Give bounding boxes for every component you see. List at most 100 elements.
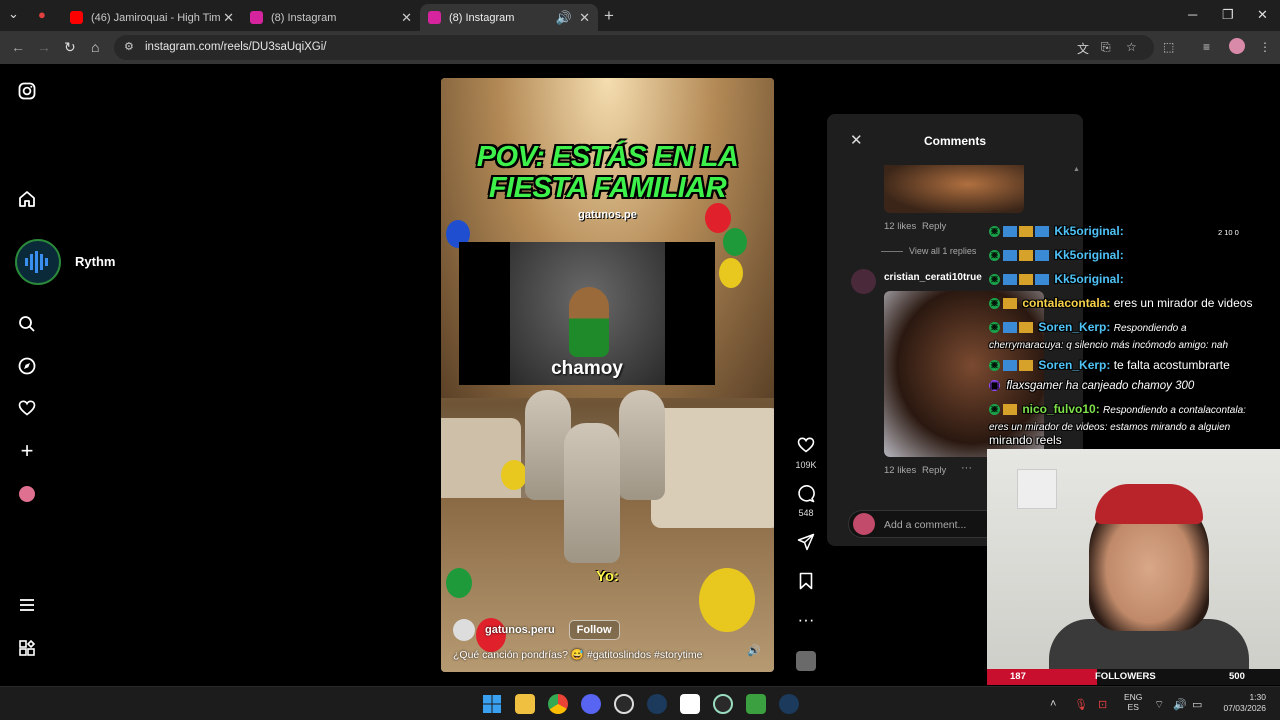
maximize-button[interactable]: ❐ <box>1222 7 1234 23</box>
wifi-icon[interactable]: ⌔ <box>1154 698 1164 712</box>
chat-message: flaxsgamer ha canjeado chamoy 300 <box>1006 380 1195 392</box>
author-avatar[interactable] <box>453 619 475 641</box>
chat-message: te falta acostumbrarte <box>1113 358 1230 372</box>
start-windows-icon[interactable] <box>482 694 502 714</box>
file-explorer-icon[interactable] <box>515 694 535 714</box>
chat-username: contalacontala: <box>1022 296 1111 310</box>
search-icon[interactable] <box>17 315 37 335</box>
stream-chat-overlay: ✕ Kk5original: ✕ Kk5original: ✕ Kk5origi… <box>986 224 1280 447</box>
tray-overflow-icon[interactable]: ˄ <box>1050 698 1056 710</box>
notion-icon[interactable] <box>680 694 700 714</box>
tab-instagram-1[interactable]: (8) Instagram ✕ <box>242 4 420 31</box>
home-button[interactable]: ⌂ <box>91 39 99 55</box>
like-heart-icon[interactable] <box>796 436 816 459</box>
comment-options-icon[interactable]: ··· <box>961 462 972 474</box>
commenter-name[interactable]: cristian_cerati10true <box>884 272 982 283</box>
chrome-icon[interactable] <box>548 694 568 714</box>
comment-likes[interactable]: 12 likes <box>884 465 916 476</box>
explore-icon[interactable] <box>17 357 37 377</box>
view-replies-button[interactable]: View all 1 replies <box>909 246 976 256</box>
reel-title-overlay: POV: ESTÁS EN LA FIESTA FAMILIAR <box>476 141 739 204</box>
followers-goal-bar: 187 FOLLOWERS 500 <box>987 669 1280 685</box>
app-icon[interactable] <box>746 694 766 714</box>
steam-icon[interactable] <box>779 694 799 714</box>
volume-icon[interactable]: 🔊 <box>1173 698 1187 711</box>
menu-icon[interactable]: ⋮ <box>1259 40 1271 54</box>
install-app-icon[interactable]: ⎘ <box>1101 40 1111 55</box>
chat-username: Soren_Kerp: <box>1038 358 1111 372</box>
yo-caption: Yo: <box>595 568 620 585</box>
user-avatar <box>853 513 875 535</box>
extensions-icon[interactable]: ⬚ <box>1163 40 1174 54</box>
followers-progress-fill <box>987 669 1097 685</box>
close-tab-icon[interactable]: ✕ <box>401 10 412 26</box>
close-window-button[interactable]: ✕ <box>1257 7 1268 23</box>
reload-button[interactable]: ↻ <box>64 39 76 56</box>
app-icon[interactable] <box>713 694 733 714</box>
close-tab-icon[interactable]: ✕ <box>223 10 234 26</box>
follow-button[interactable]: Follow <box>568 620 620 640</box>
create-plus-icon[interactable]: + <box>17 440 37 462</box>
chat-line: mirando reels <box>989 433 1062 447</box>
comment-likes[interactable]: 12 likes <box>884 221 916 232</box>
address-bar[interactable]: ⚙ instagram.com/reels/DU3saUqiXGi/ <box>114 35 1154 60</box>
chat-line: cherrymaracuya: q silencio más incómodo … <box>989 337 1228 351</box>
tab-instagram-active[interactable]: (8) Instagram 🔊 ✕ <box>420 4 598 31</box>
discord-icon[interactable] <box>581 694 601 714</box>
tab-search-icon[interactable]: ⌄ <box>8 6 19 22</box>
notifications-heart-icon[interactable] <box>17 399 37 419</box>
chipmunk-figure <box>569 287 609 357</box>
bookmark-star-icon[interactable]: ☆ <box>1126 40 1137 54</box>
tab-title: (46) Jamiroquai - High Times (L <box>91 11 221 24</box>
language-indicator[interactable]: ENG ES <box>1124 692 1142 712</box>
profile-avatar[interactable] <box>1229 38 1245 54</box>
microphone-icon[interactable]: 🎙 <box>1074 698 1088 711</box>
comment-icon[interactable] <box>796 485 816 508</box>
home-icon[interactable] <box>17 190 37 210</box>
audio-thumbnail[interactable] <box>796 651 816 671</box>
chat-message: cherrymaracuya: q silencio más incómodo … <box>989 340 1228 351</box>
also-from-meta-icon[interactable] <box>17 639 37 659</box>
battery-icon[interactable]: ▭ <box>1192 698 1202 711</box>
chat-username: Kk5original: <box>1054 248 1124 262</box>
instagram-logo-icon[interactable] <box>17 82 37 102</box>
reel-video[interactable]: POV: ESTÁS EN LA FIESTA FAMILIAR gatunos… <box>441 78 774 672</box>
forward-button[interactable]: → <box>37 39 51 55</box>
comment-image[interactable] <box>884 165 1024 213</box>
minimize-button[interactable]: ─ <box>1188 7 1197 22</box>
chat-line: eres un mirador de videos: estamos miran… <box>989 419 1230 433</box>
back-button[interactable]: ← <box>11 39 25 55</box>
profile-avatar[interactable] <box>17 484 37 504</box>
streamer-cap <box>1095 484 1203 524</box>
speaker-icon[interactable]: 🔊 <box>556 10 572 26</box>
comments-title: Comments <box>923 134 986 148</box>
reply-button[interactable]: Reply <box>922 465 946 476</box>
clock[interactable]: 1:30 07/03/2026 <box>1216 692 1266 714</box>
extension-icon[interactable]: ● <box>38 7 46 22</box>
comment-count: 548 <box>798 508 814 518</box>
scroll-up-arrow-icon[interactable]: ▲ <box>1073 166 1080 173</box>
media-control-icon[interactable]: ≡ <box>1203 40 1210 54</box>
mute-toggle-icon[interactable]: 🔊 <box>747 644 761 657</box>
close-tab-icon[interactable]: ✕ <box>579 10 590 26</box>
commenter-avatar[interactable] <box>851 269 876 294</box>
more-menu-icon[interactable] <box>17 596 37 616</box>
translate-icon[interactable]: 文 <box>1077 40 1089 57</box>
chat-line: ✕ Kk5original: <box>989 248 1124 262</box>
tab-youtube[interactable]: (46) Jamiroquai - High Times (L ✕ <box>62 4 242 31</box>
steam-icon[interactable] <box>647 694 667 714</box>
save-bookmark-icon[interactable] <box>796 572 816 595</box>
url-text: instagram.com/reels/DU3saUqiXGi/ <box>145 41 327 53</box>
followers-goal: 500 <box>1229 671 1245 682</box>
obs-icon[interactable] <box>614 694 634 714</box>
like-count: 109K <box>795 460 817 470</box>
share-icon[interactable] <box>796 533 816 556</box>
new-tab-button[interactable]: + <box>604 6 614 26</box>
author-name[interactable]: gatunos.peru <box>485 624 555 636</box>
reply-button[interactable]: Reply <box>922 221 946 232</box>
recording-icon[interactable]: ⊡ <box>1098 698 1107 711</box>
chat-username: Kk5original: <box>1054 272 1124 286</box>
chat-message: eres un mirador de videos <box>1113 296 1253 310</box>
more-options-icon[interactable]: ··· <box>796 610 816 630</box>
site-info-icon[interactable]: ⚙ <box>124 40 134 53</box>
